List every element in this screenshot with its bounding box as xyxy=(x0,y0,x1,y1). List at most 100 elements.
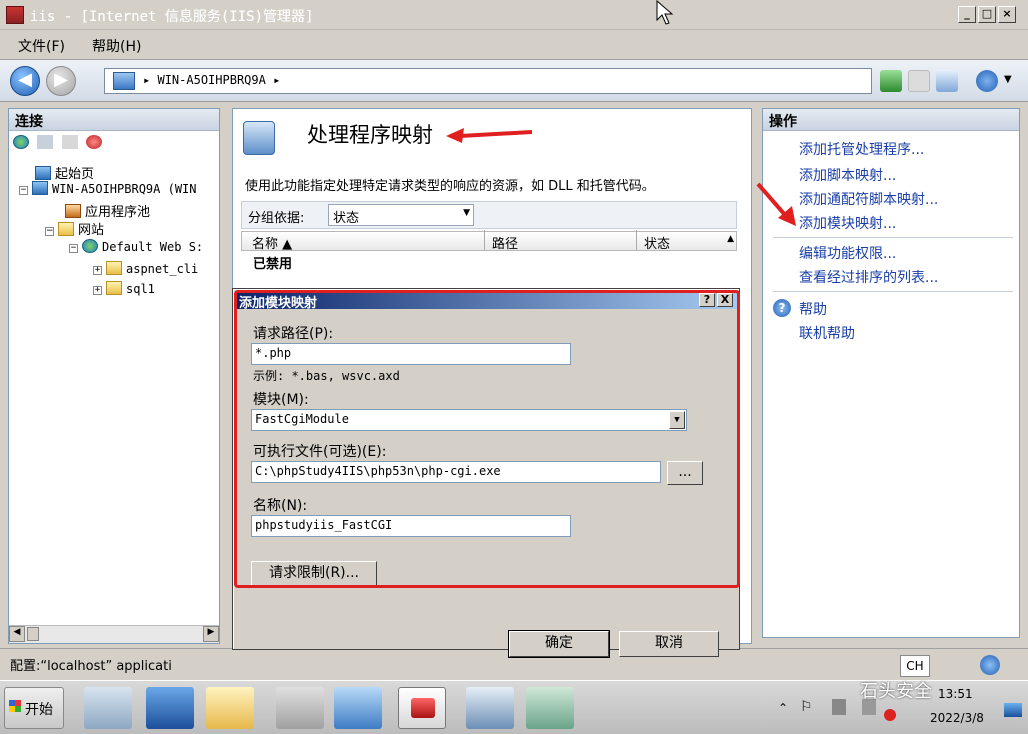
tools-icon[interactable] xyxy=(276,687,324,729)
menu-file[interactable]: 文件(F) xyxy=(18,36,65,56)
action-view-ordered-list[interactable]: 查看经过排序的列表... xyxy=(799,267,938,287)
ok-button[interactable]: 确定 xyxy=(508,630,610,658)
module-select[interactable]: FastCgiModule ▼ xyxy=(251,409,687,431)
refresh-icon[interactable] xyxy=(880,70,902,92)
ime-indicator[interactable]: CH xyxy=(900,655,930,677)
notepad-icon[interactable] xyxy=(526,687,574,729)
action-online-help[interactable]: 联机帮助 xyxy=(799,323,855,343)
collapse-icon[interactable]: − xyxy=(45,227,54,236)
table-header: 名称 ▲ 路径 状态 ▲ xyxy=(241,230,737,252)
close-button[interactable]: × xyxy=(998,6,1016,23)
network-icon[interactable] xyxy=(466,687,514,729)
breadcrumb-server[interactable]: WIN-A5OIHPBRQ9A xyxy=(157,73,265,87)
app-pool-icon xyxy=(65,204,81,218)
up-icon[interactable] xyxy=(61,135,78,149)
scroll-up-icon[interactable]: ▲ xyxy=(727,234,734,244)
request-restrictions-button[interactable]: 请求限制(R)... xyxy=(251,561,377,587)
windows-logo-icon xyxy=(9,700,21,712)
group-by-bar: 分组依据: 状态 ▼ xyxy=(241,201,737,229)
action-edit-feature-permissions[interactable]: 编辑功能权限... xyxy=(799,243,896,263)
collapse-icon[interactable]: − xyxy=(19,186,28,195)
group-row-disabled[interactable]: 已禁用 xyxy=(253,253,292,272)
horizontal-scrollbar[interactable]: ◀ ▶ xyxy=(9,625,219,643)
watermark: 石头安全 xyxy=(860,681,932,702)
home-icon[interactable] xyxy=(936,70,958,92)
powershell-icon[interactable] xyxy=(146,687,194,729)
action-add-managed-handler[interactable]: 添加托管处理程序... xyxy=(799,139,924,159)
tree-item-sites[interactable]: − 网站 xyxy=(45,219,104,238)
name-input[interactable]: phpstudyiis_FastCGI xyxy=(251,515,571,537)
collapse-icon[interactable]: − xyxy=(69,244,78,253)
tree-item-sql1[interactable]: + sql1 xyxy=(93,281,155,296)
tree-item-start-page[interactable]: 起始页 xyxy=(35,163,94,182)
show-desktop-icon[interactable] xyxy=(1004,703,1022,717)
tree-item-aspnet-client[interactable]: + aspnet_cli xyxy=(93,261,198,276)
title-bar: iis - [Internet 信息服务(IIS)管理器] _ □ × xyxy=(0,0,1028,30)
action-add-wildcard-script-map[interactable]: 添加通配符脚本映射... xyxy=(799,189,938,209)
group-by-select[interactable]: 状态 ▼ xyxy=(328,204,474,226)
tree-item-app-pools[interactable]: 应用程序池 xyxy=(65,201,150,220)
maximize-button[interactable]: □ xyxy=(978,6,996,23)
action-add-module-mapping[interactable]: 添加模块映射... xyxy=(799,213,896,233)
dialog-help-button[interactable]: ? xyxy=(699,293,715,307)
executable-input[interactable]: C:\phpStudy4IIS\php53n\php-cgi.exe xyxy=(251,461,661,483)
mouse-cursor-icon xyxy=(656,0,674,25)
page-description: 使用此功能指定处理特定请求类型的响应的资源，如 DLL 和托管代码。 xyxy=(245,179,655,194)
minimize-button[interactable]: _ xyxy=(958,6,976,23)
scroll-left-icon[interactable]: ◀ xyxy=(9,626,25,642)
cancel-button[interactable]: 取消 xyxy=(619,631,719,657)
expand-icon[interactable]: + xyxy=(93,266,102,275)
clock-time[interactable]: 13:51 xyxy=(938,687,973,701)
tree-label: Default Web S: xyxy=(102,240,204,254)
executable-label: 可执行文件(可选)(E): xyxy=(253,444,387,460)
show-hidden-icons-icon[interactable]: ⌃ xyxy=(778,701,788,715)
help-dropdown-icon[interactable]: ▼ xyxy=(1004,74,1012,85)
dialog-title: 添加模块映射 xyxy=(239,296,318,311)
column-name[interactable]: 名称 ▲ xyxy=(252,233,292,252)
column-path[interactable]: 路径 xyxy=(492,233,518,252)
scroll-thumb[interactable] xyxy=(27,627,39,641)
server-manager-icon[interactable] xyxy=(84,687,132,729)
explorer-icon[interactable] xyxy=(206,687,254,729)
ime-help-icon[interactable] xyxy=(980,655,1000,675)
security-icon[interactable] xyxy=(832,699,846,715)
action-help[interactable]: 帮助 xyxy=(799,299,827,319)
request-path-input[interactable]: *.php xyxy=(251,343,571,365)
clock-date[interactable]: 2022/3/8 xyxy=(930,711,984,725)
toolbox-icon xyxy=(411,698,435,718)
disconnect-icon[interactable] xyxy=(86,135,103,149)
scroll-right-icon[interactable]: ▶ xyxy=(203,626,219,642)
tree-label: 应用程序池 xyxy=(85,205,151,220)
flag-icon[interactable]: ⚐ xyxy=(800,699,813,715)
start-button[interactable]: 开始 xyxy=(4,687,64,729)
connections-panel: 连接 起始页 − WIN-A5OIHPBRQ9A (WIN 应用程序池 − 网站 −… xyxy=(8,108,220,644)
connections-toolbar xyxy=(13,135,106,159)
connect-icon[interactable] xyxy=(13,135,29,149)
volume-muted-icon[interactable] xyxy=(884,709,896,721)
save-icon[interactable] xyxy=(37,135,54,149)
group-by-value: 状态 xyxy=(333,211,360,226)
tree-item-default-web-site[interactable]: − Default Web S: xyxy=(69,239,203,254)
tree-item-server[interactable]: − WIN-A5OIHPBRQ9A (WIN xyxy=(19,181,197,196)
back-button[interactable]: ◀ xyxy=(10,66,40,96)
forward-button[interactable]: ▶ xyxy=(46,66,76,96)
remote-desktop-icon[interactable] xyxy=(334,687,382,729)
dialog-close-button[interactable]: X xyxy=(717,293,733,307)
chevron-down-icon[interactable]: ▼ xyxy=(669,411,685,429)
server-icon xyxy=(113,72,135,90)
iis-manager-taskbar-icon[interactable] xyxy=(398,687,446,729)
window-title: iis - [Internet 信息服务(IIS)管理器] xyxy=(30,9,314,25)
browse-button[interactable]: ... xyxy=(667,461,703,485)
status-config: 配置:“localhost” applicati xyxy=(10,659,172,674)
dialog-title-bar: 添加模块映射 ? X xyxy=(235,291,737,311)
module-label: 模块(M): xyxy=(253,392,309,408)
menu-help[interactable]: 帮助(H) xyxy=(92,36,141,56)
breadcrumb[interactable]: ▸ WIN-A5OIHPBRQ9A ▸ xyxy=(143,73,280,87)
help-icon[interactable] xyxy=(976,70,998,92)
expand-icon[interactable]: + xyxy=(93,286,102,295)
action-add-script-map[interactable]: 添加脚本映射... xyxy=(799,165,896,185)
address-box[interactable]: ▸ WIN-A5OIHPBRQ9A ▸ xyxy=(104,68,872,94)
column-state[interactable]: 状态 xyxy=(644,233,670,252)
actions-title: 操作 xyxy=(763,109,1019,131)
stop-icon[interactable] xyxy=(908,70,930,92)
